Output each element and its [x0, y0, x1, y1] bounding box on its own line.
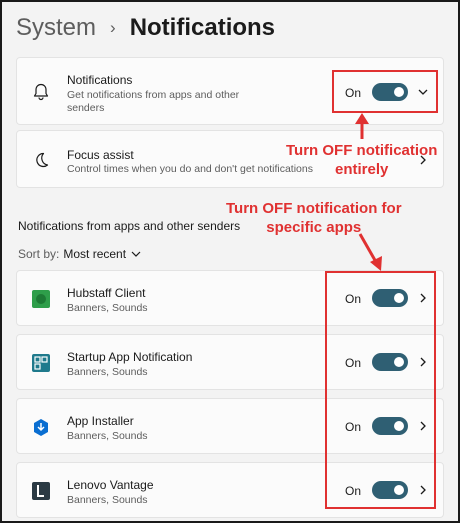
toggle-knob	[394, 421, 404, 431]
app-toggle[interactable]	[372, 289, 408, 307]
app-detail: Banners, Sounds	[67, 302, 148, 314]
toggle-knob	[394, 485, 404, 495]
app-name: Lenovo Vantage	[67, 478, 154, 492]
moon-icon	[36, 152, 49, 168]
annotation-apps-line1: Turn OFF notification for	[226, 200, 402, 217]
annotation-top-line1: Turn OFF notification	[286, 142, 438, 159]
chevron-right-icon[interactable]	[417, 292, 429, 304]
startup-app-icon	[32, 354, 50, 372]
notifications-title: Notifications	[67, 73, 133, 87]
sort-value: Most recent	[63, 247, 127, 261]
app-name: Hubstaff Client	[67, 286, 146, 300]
chevron-right-icon[interactable]	[417, 356, 429, 368]
section-title: Notifications from apps and other sender…	[18, 219, 241, 233]
annotation-apps-line2: specific apps	[266, 219, 362, 236]
app-detail: Banners, Sounds	[67, 366, 148, 378]
chevron-right-icon[interactable]	[417, 484, 429, 496]
notifications-state-label: On	[345, 86, 362, 100]
toggle-knob	[394, 87, 404, 97]
chevron-down-icon[interactable]	[417, 86, 429, 98]
app-row-app-installer[interactable]: App Installer Banners, Sounds On	[16, 398, 444, 454]
app-state-label: On	[345, 356, 362, 370]
app-state-label: On	[345, 484, 362, 498]
sort-dropdown[interactable]: Sort by: Most recent	[18, 247, 142, 261]
breadcrumb: System › Notifications	[16, 12, 275, 44]
app-name: Startup App Notification	[67, 350, 193, 364]
notifications-subtitle-line2: senders	[67, 102, 105, 114]
app-name: App Installer	[67, 414, 134, 428]
hubstaff-icon	[32, 290, 50, 308]
breadcrumb-separator: ›	[110, 18, 116, 37]
bell-icon	[33, 83, 49, 101]
app-state-label: On	[345, 420, 362, 434]
toggle-knob	[394, 293, 404, 303]
app-detail: Banners, Sounds	[67, 494, 148, 506]
app-state-label: On	[345, 292, 362, 306]
notifications-setting-card[interactable]: Notifications Get notifications from app…	[16, 57, 444, 125]
breadcrumb-system-link[interactable]: System	[16, 14, 96, 42]
notifications-toggle[interactable]	[372, 83, 408, 101]
page-title: Notifications	[129, 14, 276, 41]
app-installer-icon	[34, 419, 48, 436]
app-toggle[interactable]	[372, 481, 408, 499]
app-toggle[interactable]	[372, 417, 408, 435]
annotation-top-line2: entirely	[335, 161, 389, 178]
toggle-knob	[394, 357, 404, 367]
focus-assist-title: Focus assist	[67, 148, 134, 162]
app-row-lenovo-vantage[interactable]: Lenovo Vantage Banners, Sounds On	[16, 462, 444, 518]
lenovo-vantage-icon	[32, 482, 50, 500]
app-row-hubstaff[interactable]: Hubstaff Client Banners, Sounds On	[16, 270, 444, 326]
chevron-right-icon[interactable]	[417, 420, 429, 432]
focus-assist-subtitle: Control times when you do and don't get …	[67, 163, 313, 175]
annotation-text-apps: Turn OFF notification for specific apps	[226, 199, 402, 237]
app-toggle[interactable]	[372, 353, 408, 371]
chevron-down-icon	[131, 251, 141, 257]
annotation-text-top: Turn OFF notification entirely	[286, 141, 437, 179]
sort-label: Sort by:	[18, 247, 60, 261]
app-detail: Banners, Sounds	[67, 430, 148, 442]
app-row-startup-app-notification[interactable]: Startup App Notification Banners, Sounds…	[16, 334, 444, 390]
notifications-subtitle-line1: Get notifications from apps and other	[67, 89, 240, 101]
